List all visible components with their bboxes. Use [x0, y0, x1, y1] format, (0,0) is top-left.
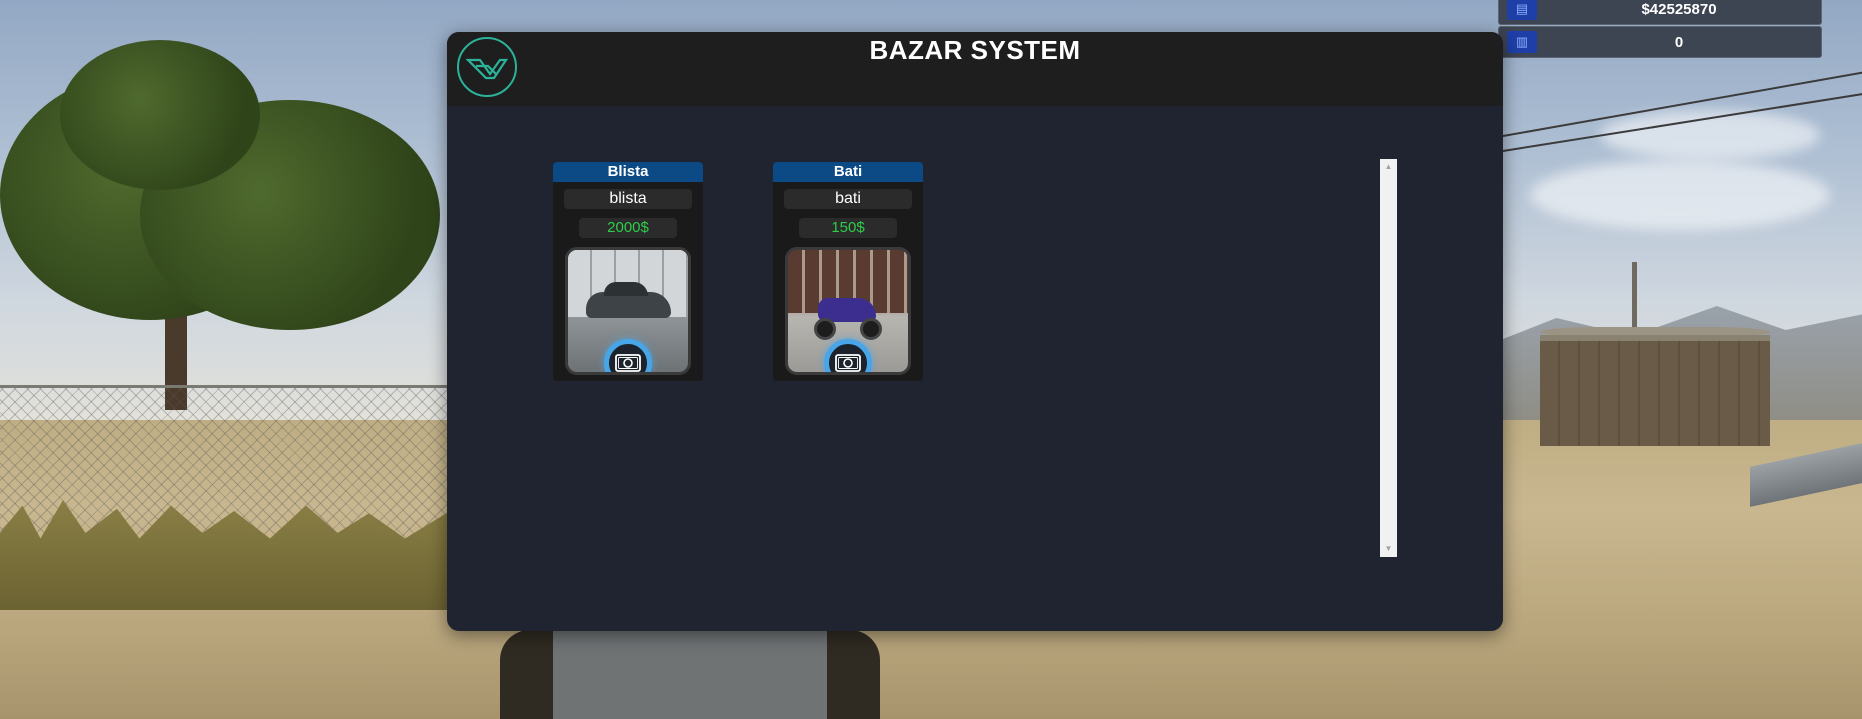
listing-area: Blista blista 2000$ Bati bati 150$ ▲ ▼ — [447, 106, 1503, 631]
listing-price: 2000$ — [579, 218, 677, 238]
cloud — [1530, 160, 1830, 230]
cash-icon — [835, 354, 861, 372]
hud-bank-panel: ▥ 0 — [1498, 26, 1822, 58]
listing-title: Bati — [773, 162, 923, 182]
tree-canopy — [60, 40, 260, 190]
logo-icon — [457, 37, 517, 97]
player-character — [500, 630, 880, 719]
hud-money-value: $42525870 — [1641, 0, 1717, 18]
listing-model: bati — [784, 189, 912, 209]
car-shape — [586, 282, 671, 318]
listing-model: blista — [564, 189, 692, 209]
window-title: BAZAR SYSTEM — [869, 35, 1081, 65]
cash-icon — [615, 354, 641, 372]
wheel — [860, 318, 882, 340]
scrollbar[interactable]: ▲ ▼ — [1380, 159, 1397, 557]
wallet-icon: ▤ — [1507, 0, 1537, 20]
hud-money-panel: ▤ $42525870 — [1498, 0, 1822, 25]
listing-card: Bati bati 150$ — [773, 162, 923, 381]
card-icon: ▥ — [1507, 31, 1537, 53]
listing-title: Blista — [553, 162, 703, 182]
bazar-window: BAZAR SYSTEM Blista blista 2000$ Bati ba… — [447, 32, 1503, 631]
listing-price: 150$ — [799, 218, 897, 238]
wheel — [814, 318, 836, 340]
scroll-down-arrow-icon[interactable]: ▼ — [1380, 541, 1397, 557]
scroll-up-arrow-icon[interactable]: ▲ — [1380, 159, 1397, 175]
window-header: BAZAR SYSTEM — [447, 32, 1503, 106]
car-image — [565, 247, 691, 375]
listing-card: Blista blista 2000$ — [553, 162, 703, 381]
storage-tank — [1540, 335, 1770, 446]
motorcycle-image — [785, 247, 911, 375]
hud-bank-value: 0 — [1674, 33, 1684, 51]
